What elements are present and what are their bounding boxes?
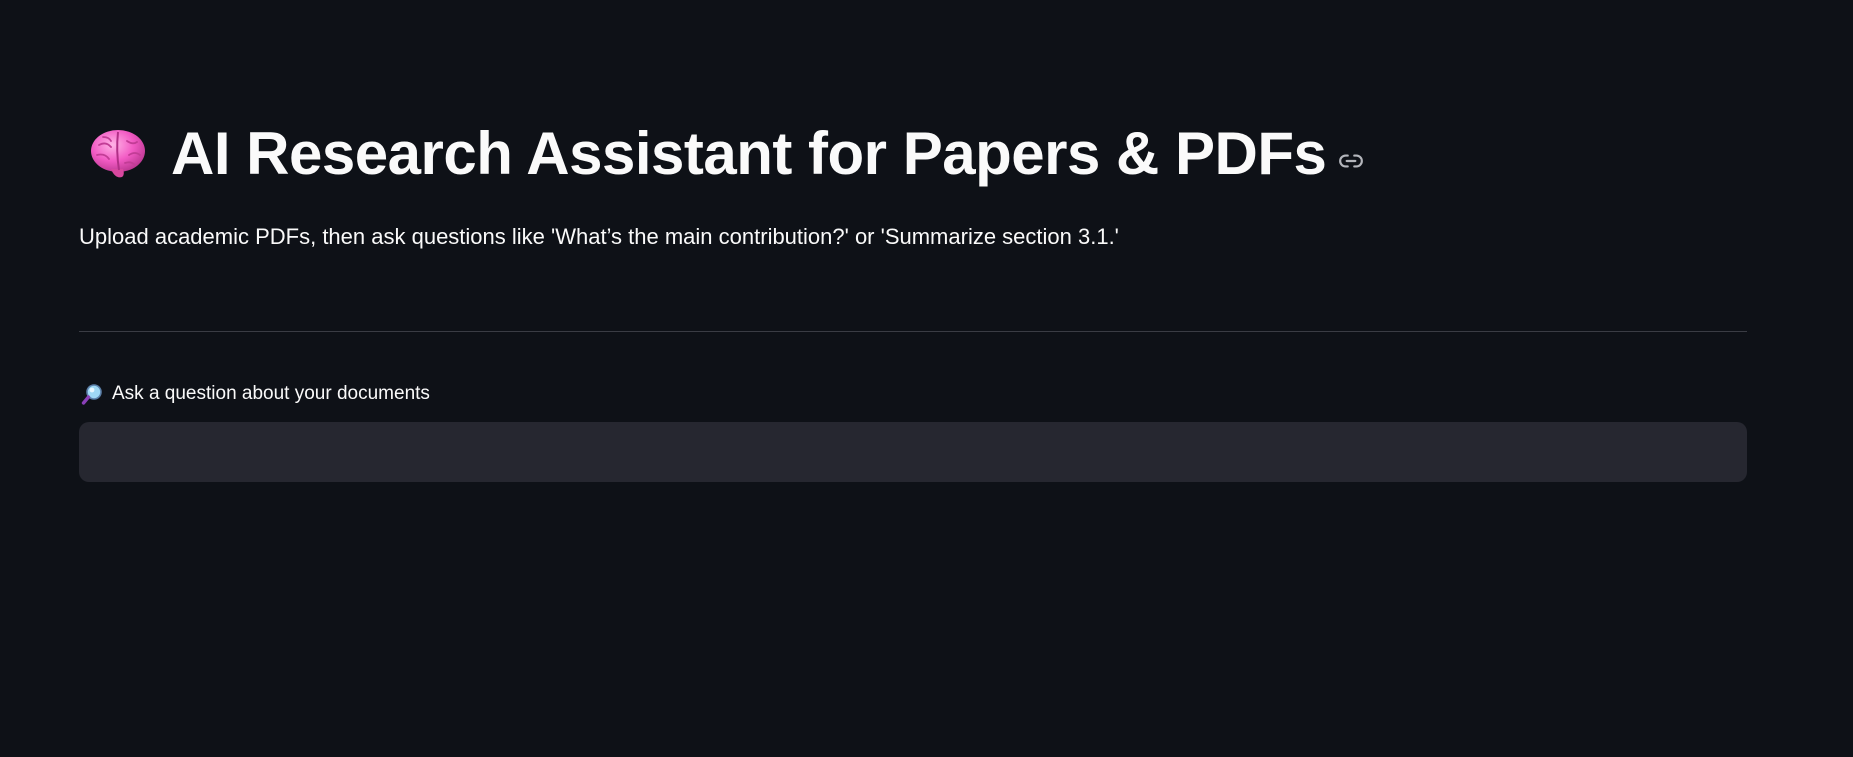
question-input[interactable] [79, 422, 1747, 482]
divider [79, 331, 1747, 332]
question-label-row: Ask a question about your documents [81, 383, 430, 405]
question-label: Ask a question about your documents [112, 383, 430, 404]
link-icon[interactable] [1338, 148, 1364, 174]
page-title-row: AI Research Assistant for Papers & PDFs [89, 118, 1364, 190]
page-subtitle: Upload academic PDFs, then ask questions… [79, 224, 1119, 249]
page-title: AI Research Assistant for Papers & PDFs [171, 120, 1327, 187]
magnifier-icon [81, 383, 103, 405]
brain-icon [89, 125, 147, 183]
app-root: AI Research Assistant for Papers & PDFs … [0, 0, 1853, 757]
